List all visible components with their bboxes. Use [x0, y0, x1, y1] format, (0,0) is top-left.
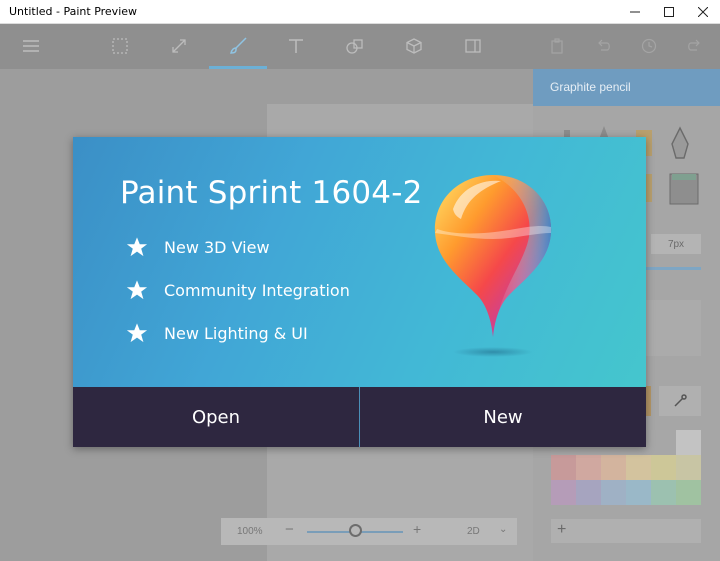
zoom-out-button[interactable]: − — [285, 521, 294, 538]
minimize-icon — [630, 11, 640, 12]
eyedropper-icon — [674, 394, 687, 407]
color-swatch[interactable] — [651, 480, 676, 505]
feature-item: Community Integration — [126, 278, 350, 302]
color-swatch[interactable] — [576, 455, 601, 480]
eyedropper-button[interactable] — [659, 386, 701, 416]
undo-icon[interactable] — [588, 32, 618, 60]
panel-title: Graphite pencil — [550, 80, 631, 94]
dialog-title: Paint Sprint 1604-2 — [120, 175, 423, 211]
size-input[interactable]: 7px — [651, 234, 701, 254]
minimize-button[interactable] — [618, 0, 652, 23]
dialog-hero: Paint Sprint 1604-2 New 3D View Communit… — [73, 137, 646, 387]
paint-logo-icon — [434, 175, 552, 357]
zoom-slider-thumb[interactable] — [349, 524, 362, 537]
maximize-button[interactable] — [652, 0, 686, 23]
feature-label: New Lighting & UI — [164, 323, 308, 343]
title-bar: Untitled - Paint Preview — [0, 0, 720, 24]
color-swatch[interactable] — [601, 480, 626, 505]
zoom-in-button[interactable]: + — [413, 521, 421, 537]
history-icon[interactable] — [634, 32, 664, 60]
panel-header: Graphite pencil — [533, 69, 720, 106]
close-button[interactable] — [686, 0, 720, 23]
view-mode-select[interactable]: 2D — [467, 526, 480, 537]
color-swatch[interactable] — [626, 455, 651, 480]
color-swatch[interactable] — [551, 455, 576, 480]
color-swatch[interactable] — [601, 455, 626, 480]
feature-label: New 3D View — [164, 237, 270, 257]
redo-icon[interactable] — [680, 32, 710, 60]
feature-label: Community Integration — [164, 280, 350, 300]
new-button[interactable]: New — [360, 387, 646, 447]
add-color-button[interactable]: + — [551, 519, 701, 543]
color-swatch[interactable] — [651, 455, 676, 480]
color-swatch[interactable] — [576, 480, 601, 505]
open-button[interactable]: Open — [73, 387, 359, 447]
color-swatch[interactable] — [626, 480, 651, 505]
zoom-value: 100% — [237, 526, 263, 537]
star-icon — [126, 237, 148, 257]
paste-icon[interactable] — [542, 32, 572, 60]
feature-item: New Lighting & UI — [126, 321, 308, 345]
feature-item: New 3D View — [126, 235, 270, 259]
app-toolbar — [0, 24, 720, 69]
hamburger-menu-icon[interactable] — [16, 32, 46, 60]
color-swatch[interactable] — [676, 430, 701, 455]
chevron-down-icon[interactable]: ⌄ — [499, 524, 507, 535]
add-color-label: + — [557, 521, 567, 538]
color-swatch[interactable] — [676, 480, 701, 505]
text-icon[interactable] — [281, 32, 311, 60]
stickers-icon[interactable] — [340, 32, 370, 60]
maximize-icon — [664, 6, 674, 17]
color-swatch[interactable] — [676, 455, 701, 480]
brush-icon[interactable] — [223, 32, 253, 60]
welcome-dialog: Paint Sprint 1604-2 New 3D View Communit… — [73, 137, 646, 447]
window-title: Untitled - Paint Preview — [9, 5, 138, 18]
close-icon — [698, 6, 708, 17]
star-icon — [126, 323, 148, 343]
zoom-bar: 100% − + 2D ⌄ — [221, 518, 517, 545]
select-icon[interactable] — [105, 32, 135, 60]
3d-view-icon[interactable] — [458, 32, 488, 60]
color-swatch[interactable] — [551, 480, 576, 505]
3d-object-icon[interactable] — [399, 32, 429, 60]
crop-resize-icon[interactable] — [164, 32, 194, 60]
dialog-actions: Open New — [73, 387, 646, 447]
star-icon — [126, 280, 148, 300]
